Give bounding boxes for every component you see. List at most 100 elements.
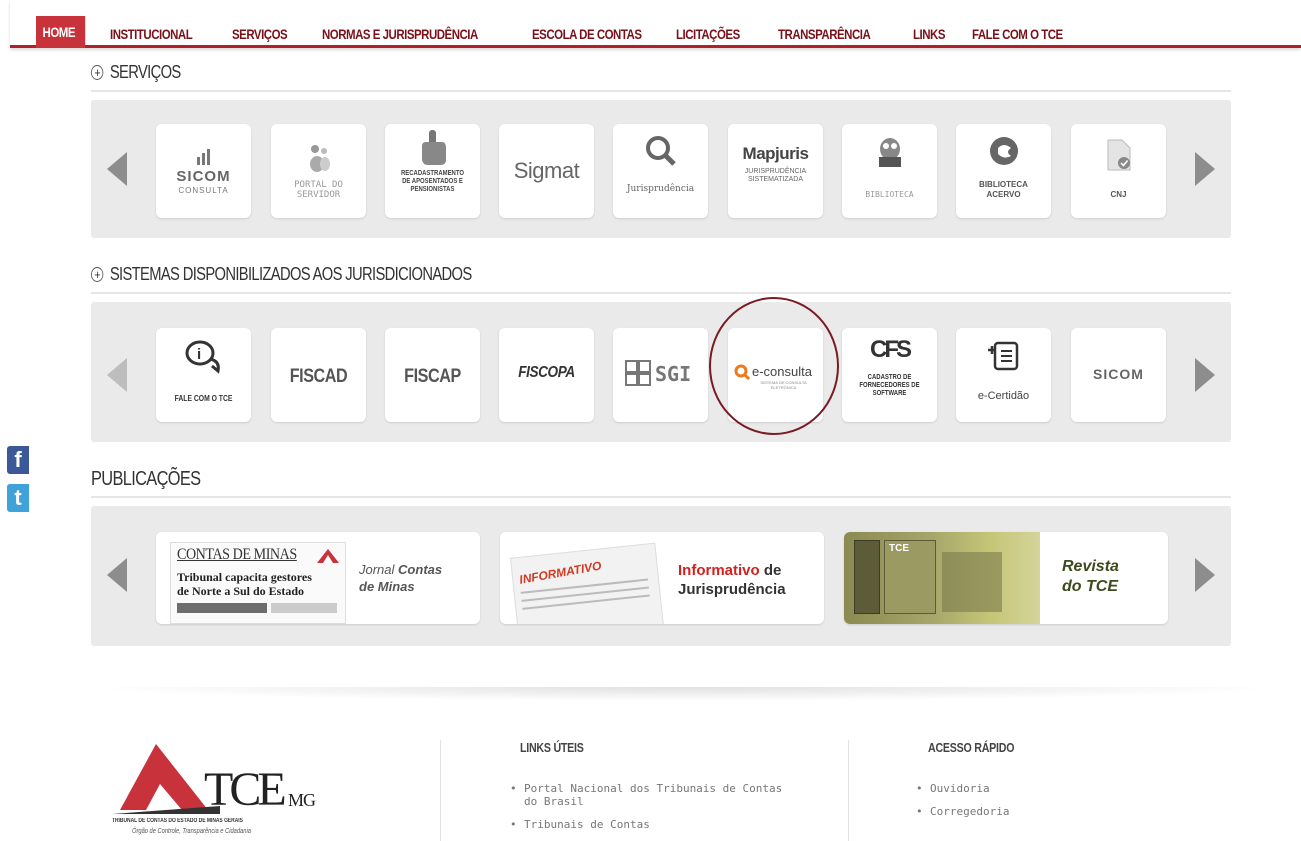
mapjuris-logo-icon: Mapjuris <box>742 144 809 163</box>
logo-line2: Órgão de Controle, Transparência e Cidad… <box>132 828 251 835</box>
section-title-servicos[interactable]: + SERVIÇOS <box>91 62 181 83</box>
servicos-carousel: SICOM CONSULTA PORTAL DO SERVIDOR RECADA… <box>91 100 1231 238</box>
tile-sub-label: CONSULTA <box>178 186 229 195</box>
hand-pointer-icon <box>385 128 480 166</box>
tile-sub-label: SERVIDOR <box>296 190 341 200</box>
nav-institucional[interactable]: INSTITUCIONAL <box>110 20 193 48</box>
informativo-stamp: INFORMATIVO <box>518 558 603 587</box>
tile-main-label: RECADASTRAMENTO <box>400 170 465 177</box>
carousel-next-arrow-icon[interactable] <box>1195 558 1215 592</box>
footer-links-uteis-list: Portal Nacional dos Tribunais de Contas … <box>510 782 800 841</box>
facebook-icon[interactable]: f <box>7 446 29 474</box>
tile-mapjuris[interactable]: Mapjuris JURISPRUDÊNCIA SISTEMATIZADA <box>728 124 823 218</box>
nav-servicos[interactable]: SERVIÇOS <box>232 20 288 48</box>
footer-link[interactable]: Portal Nacional dos Tribunais de Contas … <box>510 782 800 808</box>
footer-divider <box>440 740 441 841</box>
tile-cadastro-fornecedores[interactable]: CFS CADASTRO DE FORNECEDORES DE SOFTWARE <box>842 328 937 422</box>
footer-acesso-rapido-title: ACESSO RÁPIDO <box>928 740 1015 755</box>
footer-link[interactable]: Corregedoria <box>916 805 1176 818</box>
nav-licitacoes[interactable]: LICITAÇÕES <box>676 20 740 48</box>
tile-main-label: SGI <box>655 362 692 386</box>
tile-fiscopa[interactable]: FISCOPA <box>499 328 594 422</box>
tile-main-label: BIBLIOTECA <box>979 180 1028 189</box>
magnifier-icon <box>613 132 708 170</box>
tile-main-label: FISCAP <box>404 366 461 387</box>
section-title-text: SERVIÇOS <box>109 62 181 82</box>
tile-sub-label: JURISPRUDÊNCIA SISTEMATIZADA <box>744 168 807 183</box>
tile-e-certidao[interactable]: e-Certidão <box>956 328 1051 422</box>
nav-home[interactable]: HOME <box>36 16 86 48</box>
cover-spine <box>854 540 880 614</box>
revista-cover-thumbnail: TCE <box>844 532 1040 624</box>
logo-line1: TRIBUNAL DE CONTAS DO ESTADO DE MINAS GE… <box>112 818 243 824</box>
section-divider <box>91 90 1231 92</box>
carousel-next-arrow-icon[interactable] <box>1195 358 1215 392</box>
newspaper-masthead: CONTAS DE MINAS <box>177 546 297 563</box>
carousel-prev-arrow-icon[interactable] <box>107 358 127 392</box>
card-revista-do-tce[interactable]: TCE Revista do TCE <box>844 532 1168 624</box>
tile-main-label: e-consulta <box>752 364 812 379</box>
tile-sub-label: SISTEMA DE CONSULTA ELETRÔNICA <box>760 380 807 390</box>
tile-fale-com-o-tce[interactable]: i FALE COM O TCE <box>156 328 251 422</box>
card-label-part: Jornal <box>359 562 395 577</box>
tile-sicom[interactable]: SICOM <box>1071 328 1166 422</box>
nav-escola-de-contas[interactable]: ESCOLA DE CONTAS <box>532 20 642 48</box>
tile-main-label: PORTAL DO <box>294 180 343 190</box>
tile-biblioteca-acervo[interactable]: BIBLIOTECA ACERVO <box>956 124 1051 218</box>
tile-main-label: FALE COM O TCE <box>174 394 233 403</box>
newspaper-thumbnail: CONTAS DE MINAS Tribunal capacita gestor… <box>170 542 346 624</box>
nav-links[interactable]: LINKS <box>913 20 945 48</box>
nav-normas-jurisprudencia[interactable]: NORMAS E JURISPRUDÊNCIA <box>322 20 478 48</box>
card-informativo-jurisprudencia[interactable]: INFORMATIVO Informativo de Jurisprudênci… <box>500 532 824 624</box>
cover-title: TCE <box>889 543 909 554</box>
carousel-prev-arrow-icon[interactable] <box>107 152 127 186</box>
footer-shadow <box>80 687 1290 701</box>
carousel-prev-arrow-icon[interactable] <box>107 558 127 592</box>
logo-brand-text: TCE <box>204 763 287 816</box>
logo-state-text: MG <box>288 790 316 810</box>
tile-main-label: BIBLIOTECA <box>865 190 914 199</box>
sigmat-logo-icon: Sigmat <box>513 158 580 183</box>
footer-links-uteis-title: LINKS ÚTEIS <box>520 740 584 755</box>
cover-page: TCE <box>884 540 936 614</box>
footer-link[interactable]: Tribunais de Contas <box>510 818 800 831</box>
tile-fiscad[interactable]: FISCAD <box>271 328 366 422</box>
section-divider <box>91 292 1231 294</box>
svg-text:i: i <box>197 346 201 363</box>
tile-biblioteca[interactable]: BIBLIOTECA <box>842 124 937 218</box>
card-label: Revista <box>1062 558 1119 575</box>
nav-transparencia[interactable]: TRANSPARÊNCIA <box>778 20 871 48</box>
tile-main-label: Jurisprudência <box>626 184 695 194</box>
tile-cnj[interactable]: CNJ <box>1071 124 1166 218</box>
section-title-publicacoes: PUBLICAÇÕES <box>91 468 201 490</box>
tile-recadastramento[interactable]: RECADASTRAMENTO DE APOSENTADOS E PENSION… <box>385 124 480 218</box>
tile-main-label: SICOM <box>1093 366 1144 382</box>
tile-portal-do-servidor[interactable]: PORTAL DO SERVIDOR <box>271 124 366 218</box>
tce-mg-logo[interactable]: TCE MG TRIBUNAL DE CONTAS DO ESTADO DE M… <box>112 740 342 841</box>
tile-e-consulta[interactable]: e-consulta SISTEMA DE CONSULTA ELETRÔNIC… <box>728 328 823 422</box>
newspaper-headline: de Norte a Sul do Estado <box>177 584 305 598</box>
section-title-sistemas[interactable]: + SISTEMAS DISPONIBILIZADOS AOS JURISDICI… <box>91 264 472 285</box>
expand-plus-icon[interactable]: + <box>91 65 104 80</box>
tile-main-label: CNJ <box>1110 190 1127 199</box>
tile-sgi[interactable]: SGI <box>613 328 708 422</box>
tile-main-label: FISCOPA <box>518 364 575 381</box>
tile-jurisprudencia[interactable]: Jurisprudência <box>613 124 708 218</box>
tile-sicom-consulta[interactable]: SICOM CONSULTA <box>156 124 251 218</box>
tile-sub-label: DE APOSENTADOS E PENSIONISTAS <box>402 178 463 193</box>
tile-main-label: e-Certidão <box>977 390 1030 402</box>
tile-sigmat[interactable]: Sigmat <box>499 124 594 218</box>
carousel-next-arrow-icon[interactable] <box>1195 152 1215 186</box>
tile-sub-label: ACERVO <box>986 190 1021 199</box>
expand-plus-icon[interactable]: + <box>91 267 104 282</box>
newspaper-photo <box>177 603 267 613</box>
footer-link[interactable]: Ouvidoria <box>916 782 1176 795</box>
acervo-logo-icon <box>956 132 1051 170</box>
footer-divider <box>848 740 849 841</box>
card-jornal-contas-de-minas[interactable]: CONTAS DE MINAS Tribunal capacita gestor… <box>156 532 480 624</box>
tile-fiscap[interactable]: FISCAP <box>385 328 480 422</box>
twitter-icon[interactable]: t <box>7 484 29 512</box>
nav-fale-com-o-tce[interactable]: FALE COM O TCE <box>972 20 1063 48</box>
speech-info-icon: i <box>156 338 251 376</box>
tce-triangle-logo-icon <box>317 549 339 563</box>
